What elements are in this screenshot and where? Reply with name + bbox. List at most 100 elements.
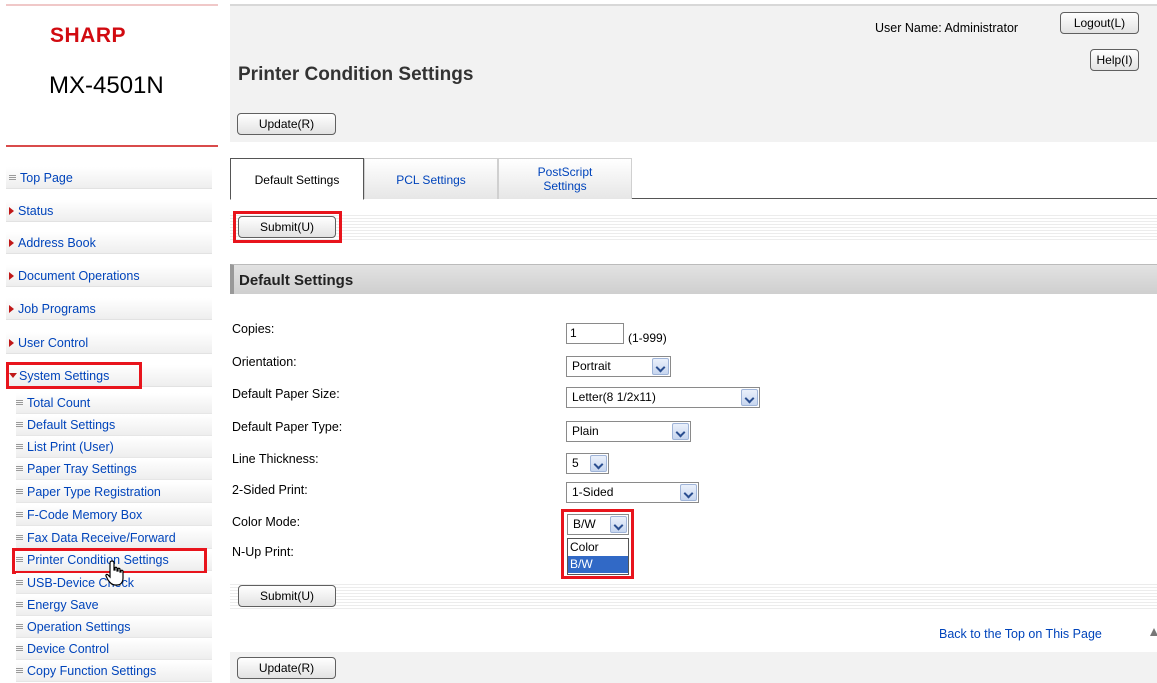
color-mode-option-color[interactable]: Color [568,539,628,556]
color-mode-value: B/W [573,517,596,531]
sidebar-subitem-list-print[interactable]: List Print (User) [16,437,212,458]
sidebar-subitem-fax-data-receive-forward[interactable]: Fax Data Receive/Forward [16,528,212,549]
sidebar-subitem-label: Paper Tray Settings [27,462,137,476]
sidebar-item-label: Status [18,204,54,218]
update-button[interactable]: Update(R) [237,113,336,135]
copies-label: Copies: [232,322,275,336]
tab-default-settings[interactable]: Default Settings [230,158,364,200]
bullet-icon [16,444,23,450]
line-thickness-select[interactable]: 5 [566,453,609,474]
color-mode-option-bw[interactable]: B/W [568,556,628,573]
bullet-icon [16,422,23,428]
update-button-bottom[interactable]: Update(R) [237,657,336,679]
sharp-logo: SHARP [50,24,127,47]
dropdown-arrow-icon [680,484,697,501]
arrow-right-icon [9,339,14,347]
dropdown-arrow-icon [741,389,758,406]
sidebar-subitem-label: Operation Settings [27,620,131,634]
paper-size-value: Letter(8 1/2x11) [572,390,656,404]
brand-area: SHARP MX-4501N [6,4,218,146]
bullet-icon [16,489,23,495]
brand-divider [6,145,218,147]
action-bar [230,213,1157,241]
orientation-label: Orientation: [232,355,297,369]
paper-size-label: Default Paper Size: [232,387,340,401]
arrow-right-icon [9,239,14,247]
sidebar-subitem-f-code-memory-box[interactable]: F-Code Memory Box [16,505,212,526]
logout-button[interactable]: Logout(L) [1060,12,1139,34]
sidebar-item-document-operations[interactable]: Document Operations [6,265,212,287]
bullet-icon [16,512,23,518]
sidebar-subitem-default-settings[interactable]: Default Settings [16,415,212,436]
section-title: Default Settings [239,272,354,289]
tab-bar: Default Settings PCL Settings PostScript… [230,158,1157,200]
color-mode-label: Color Mode: [232,515,301,529]
sidebar-subitem-device-control[interactable]: Device Control [16,639,212,660]
submit-button[interactable]: Submit(U) [238,216,336,238]
back-to-top-link[interactable]: Back to the Top on This Page [939,627,1102,641]
sidebar-subitem-label: List Print (User) [27,440,114,454]
sidebar-subitem-label: Paper Type Registration [27,485,161,499]
color-mode-dropdown-list: Color B/W [567,538,629,575]
tab-pcl-settings[interactable]: PCL Settings [364,158,498,199]
main-content: User Name: Administrator Logout(L) Help(… [230,0,1157,683]
sidebar-item-top-page[interactable]: Top Page [6,167,212,189]
paper-size-select[interactable]: Letter(8 1/2x11) [566,387,760,408]
sidebar-item-status[interactable]: Status [6,200,212,222]
arrow-down-icon [9,373,17,378]
hand-cursor-icon [105,560,124,586]
help-button[interactable]: Help(I) [1090,49,1139,71]
sidebar-item-system-settings[interactable]: System Settings [6,365,212,387]
paper-type-value: Plain [572,424,599,438]
bullet-icon [16,557,23,563]
two-sided-print-label: 2-Sided Print: [232,483,308,497]
bullet-icon [16,580,23,586]
paper-type-select[interactable]: Plain [566,421,691,442]
scroll-up-icon[interactable] [1150,628,1157,636]
section-header: Default Settings [230,264,1157,294]
sidebar-item-label: Document Operations [18,269,140,283]
bullet-icon [16,646,23,652]
sidebar-subitem-paper-tray-settings[interactable]: Paper Tray Settings [16,459,212,480]
device-model: MX-4501N [49,72,164,99]
sidebar-subitem-label: Copy Function Settings [27,664,157,678]
sidebar-subitem-label: Printer Condition Settings [27,553,169,567]
sidebar-subitem-label: Total Count [27,396,91,410]
sidebar-subitem-label: Fax Data Receive/Forward [27,531,176,545]
action-bar [230,582,1157,610]
sidebar: SHARP MX-4501N Top Page Status Address B… [0,0,218,683]
arrow-right-icon [9,272,14,280]
orientation-select[interactable]: Portrait [566,356,671,377]
orientation-value: Portrait [572,359,611,373]
bullet-icon [16,535,23,541]
bullet-icon [16,602,23,608]
bullet-icon [16,624,23,630]
sidebar-subitem-label: Energy Save [27,598,99,612]
sidebar-subitem-energy-save[interactable]: Energy Save [16,595,212,616]
tab-postscript-settings[interactable]: PostScript Settings [498,158,632,199]
sidebar-item-user-control[interactable]: User Control [6,332,212,354]
sidebar-item-label: User Control [18,336,89,350]
sidebar-subitem-paper-type-registration[interactable]: Paper Type Registration [16,482,212,503]
header: User Name: Administrator Logout(L) Help(… [230,6,1157,142]
bullet-icon [16,466,23,472]
copies-input[interactable]: 1 [566,323,624,344]
two-sided-print-select[interactable]: 1-Sided [566,482,699,503]
sidebar-item-label: Address Book [18,236,96,250]
sidebar-subitem-operation-settings[interactable]: Operation Settings [16,617,212,638]
copies-range-hint: (1-999) [628,331,667,345]
submit-button-bottom[interactable]: Submit(U) [238,585,336,607]
sidebar-subitem-label: F-Code Memory Box [27,508,143,522]
n-up-print-label: N-Up Print: [232,545,294,559]
sidebar-item-job-programs[interactable]: Job Programs [6,298,212,320]
dropdown-arrow-icon [590,455,607,472]
dropdown-arrow-icon [672,423,689,440]
sidebar-subitem-label: Device Control [27,642,109,656]
sidebar-subitem-copy-function-settings[interactable]: Copy Function Settings [16,661,212,682]
dropdown-arrow-icon [610,516,627,533]
color-mode-select[interactable]: B/W [567,514,629,535]
sidebar-item-address-book[interactable]: Address Book [6,232,212,254]
bullet-icon [16,400,23,406]
sidebar-subitem-total-count[interactable]: Total Count [16,393,212,414]
arrow-right-icon [9,305,14,313]
